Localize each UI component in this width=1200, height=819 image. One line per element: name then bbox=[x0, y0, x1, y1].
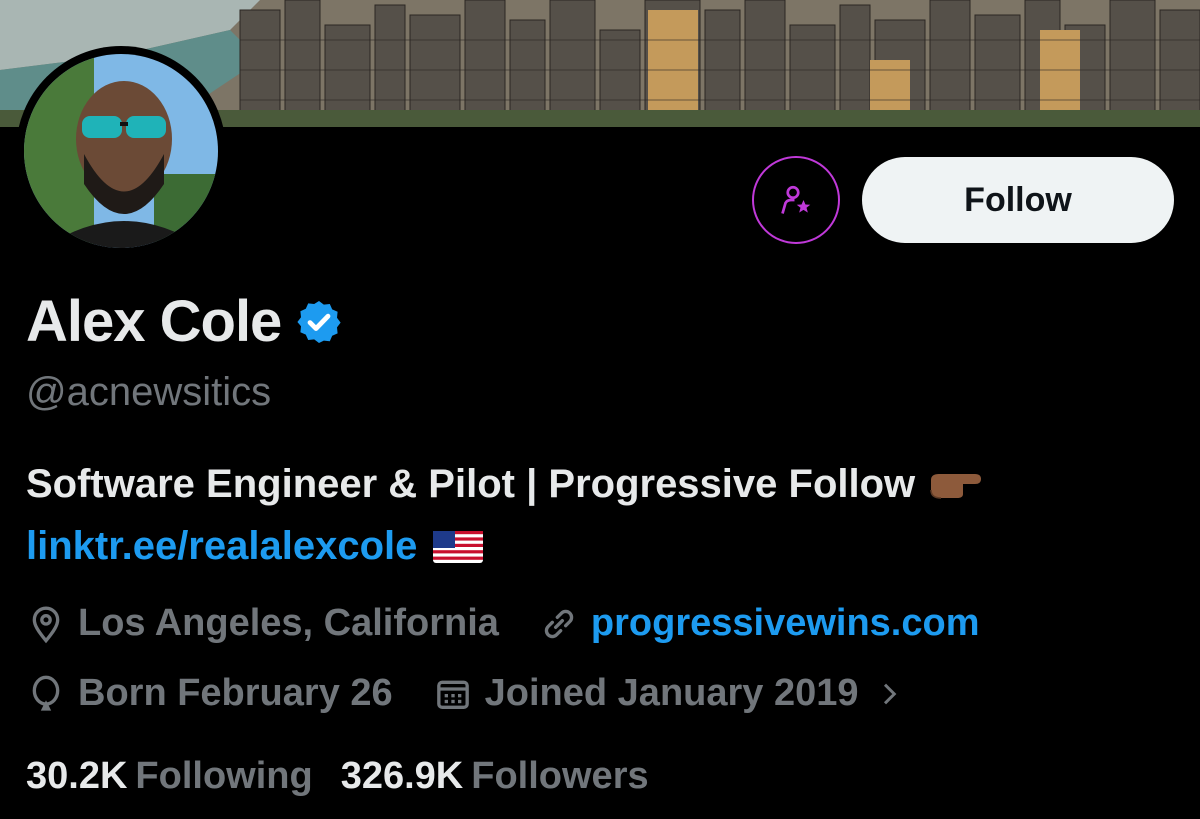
following-count: 30.2K bbox=[26, 755, 128, 797]
verified-badge-icon[interactable] bbox=[295, 298, 343, 346]
calendar-icon bbox=[436, 680, 469, 709]
follow-stats: 30.2K Following 326.9K Followers bbox=[26, 755, 649, 798]
bio-text: Software Engineer & Pilot | Progressive … bbox=[26, 462, 916, 506]
pointing-right-hand-emoji bbox=[929, 468, 983, 502]
meta-row-location: Los Angeles, California progressivewins.… bbox=[26, 602, 980, 645]
link-icon bbox=[544, 609, 574, 638]
person-star-icon bbox=[781, 185, 811, 214]
following-stat[interactable]: 30.2K Following bbox=[26, 755, 313, 798]
chevron-right-icon bbox=[883, 683, 896, 704]
website-link[interactable]: progressivewins.com bbox=[591, 602, 980, 645]
location: Los Angeles, California bbox=[26, 602, 499, 645]
website: progressivewins.com bbox=[539, 602, 980, 645]
location-pin-icon bbox=[32, 606, 60, 643]
location-text: Los Angeles, California bbox=[78, 602, 499, 644]
us-flag-emoji bbox=[433, 530, 484, 563]
username-handle: @acnewsitics bbox=[26, 370, 272, 414]
subscribe-button[interactable] bbox=[752, 156, 840, 244]
joined-text: Joined January 2019 bbox=[484, 672, 859, 714]
avatar[interactable] bbox=[16, 46, 226, 256]
display-name: Alex Cole bbox=[26, 289, 282, 354]
bio-link-row: linktr.ee/realalexcole bbox=[26, 524, 484, 569]
meta-row-dates: Born February 26 Joined January 2019 bbox=[26, 672, 917, 715]
following-label: Following bbox=[135, 755, 313, 797]
name-row: Alex Cole bbox=[26, 288, 343, 355]
balloon-icon bbox=[32, 675, 60, 711]
avatar-photo bbox=[24, 54, 218, 248]
follow-button[interactable]: Follow bbox=[862, 157, 1174, 243]
birthday-text: Born February 26 bbox=[78, 672, 393, 714]
followers-label: Followers bbox=[471, 755, 649, 797]
bio-link[interactable]: linktr.ee/realalexcole bbox=[26, 524, 417, 569]
followers-count: 326.9K bbox=[340, 755, 464, 797]
birthday: Born February 26 bbox=[26, 672, 393, 715]
bio: Software Engineer & Pilot | Progressive … bbox=[26, 462, 983, 507]
joined-date[interactable]: Joined January 2019 bbox=[433, 672, 917, 715]
followers-stat[interactable]: 326.9K Followers bbox=[341, 755, 649, 798]
